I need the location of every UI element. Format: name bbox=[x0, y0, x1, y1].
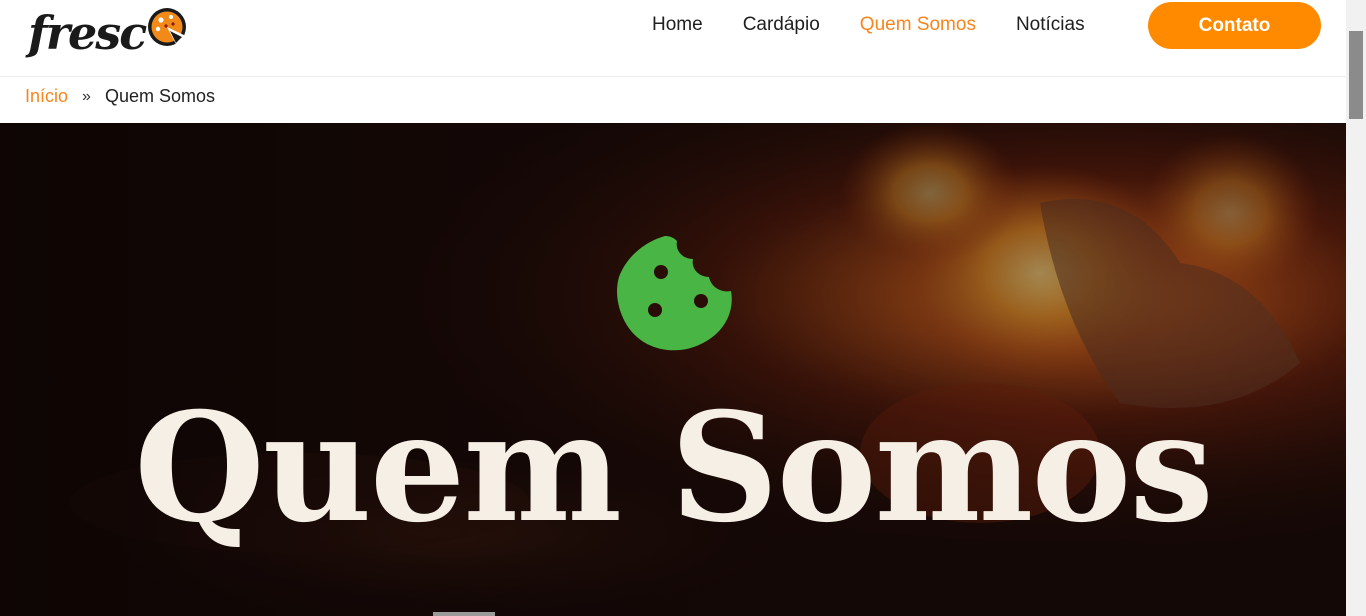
breadcrumb-separator: » bbox=[82, 87, 91, 105]
breadcrumb: Início » Quem Somos bbox=[25, 86, 215, 107]
site-logo[interactable]: fresc bbox=[28, 0, 188, 56]
nav-cardapio[interactable]: Cardápio bbox=[743, 13, 820, 37]
hero-title: Quem Somos bbox=[134, 380, 1214, 556]
vertical-scrollbar[interactable] bbox=[1346, 0, 1366, 616]
main-nav: Home Cardápio Quem Somos Notícias bbox=[652, 13, 1125, 37]
horizontal-scrollbar-thumb[interactable] bbox=[433, 612, 495, 616]
hero-banner: Quem Somos bbox=[0, 123, 1346, 616]
cookie-icon[interactable] bbox=[613, 233, 735, 355]
nav-quem-somos[interactable]: Quem Somos bbox=[860, 13, 976, 37]
breadcrumb-home-link[interactable]: Início bbox=[25, 86, 68, 107]
site-header: fresc Home Cardápio Quem Somos Notícias … bbox=[0, 0, 1346, 77]
logo-text: fresc bbox=[28, 6, 147, 60]
page: fresc Home Cardápio Quem Somos Notícias … bbox=[0, 0, 1366, 616]
vertical-scrollbar-thumb[interactable] bbox=[1349, 31, 1363, 119]
breadcrumb-current: Quem Somos bbox=[104, 86, 215, 106]
contact-button[interactable]: Contato bbox=[1148, 2, 1321, 49]
pizza-icon bbox=[148, 8, 187, 46]
nav-noticias[interactable]: Notícias bbox=[1016, 13, 1085, 37]
nav-home[interactable]: Home bbox=[652, 13, 703, 37]
